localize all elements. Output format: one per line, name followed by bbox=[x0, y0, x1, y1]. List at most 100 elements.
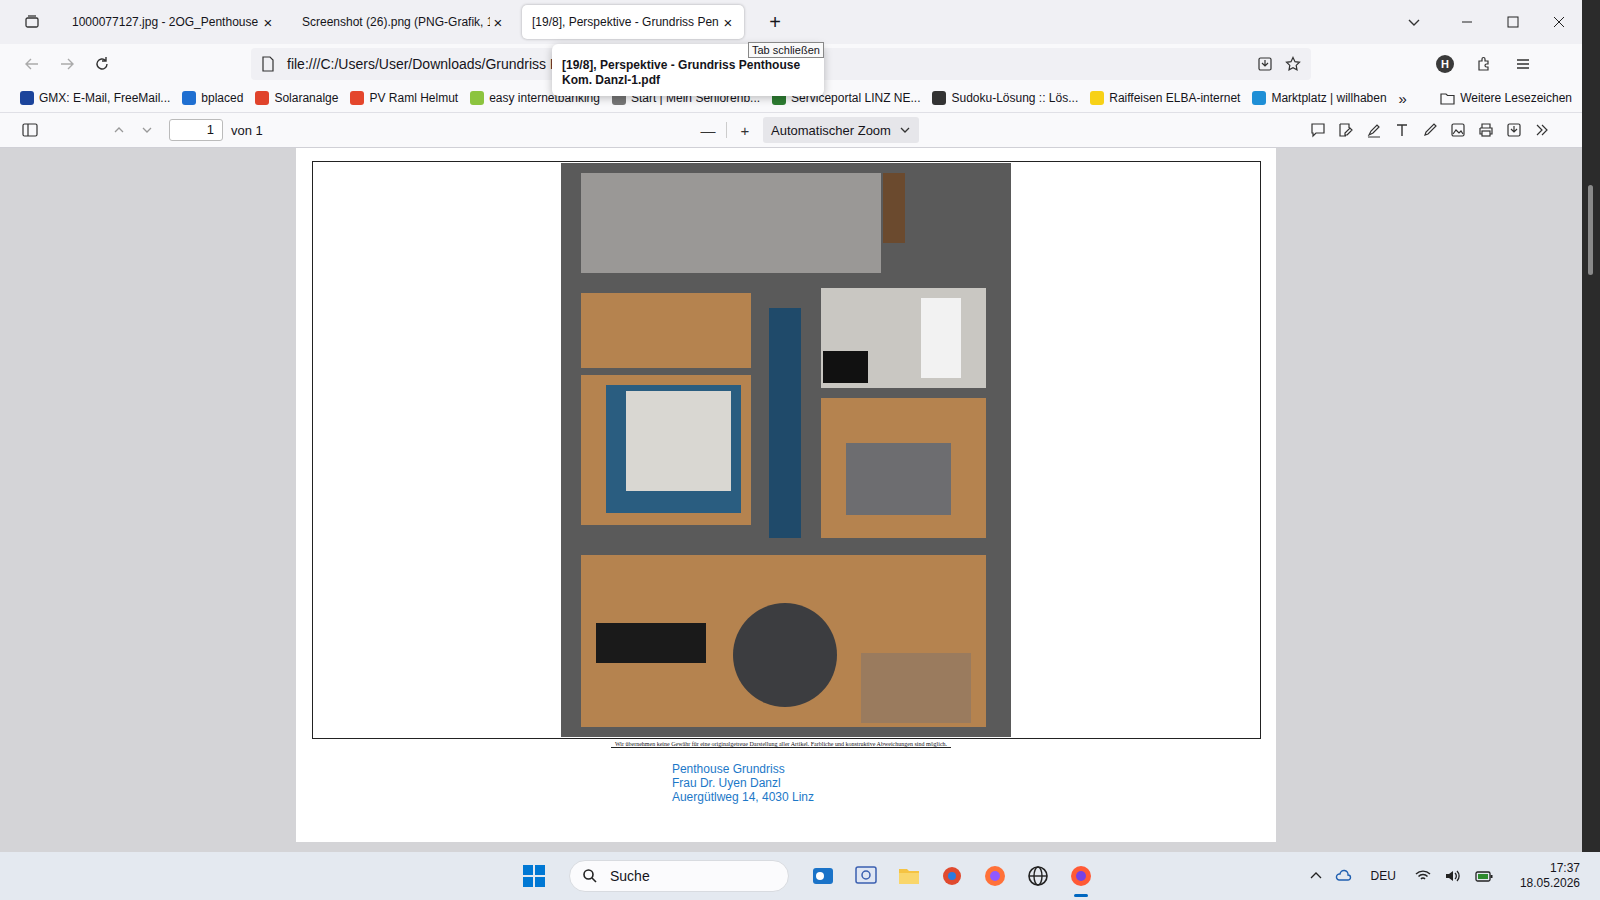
tab-preview-title: [19/8], Perspektive - Grundriss Penthous… bbox=[562, 58, 814, 73]
caption: Penthouse GrundrissFrau Dr. Uyen DanzlAu… bbox=[672, 762, 814, 804]
bookmark[interactable]: PV Raml Helmut bbox=[350, 91, 458, 105]
sidebar-icon bbox=[22, 123, 38, 137]
chevron-down-icon bbox=[1407, 15, 1421, 29]
search-icon bbox=[582, 868, 598, 884]
volume-icon[interactable] bbox=[1444, 867, 1462, 885]
bookmarks-overflow-button[interactable]: » bbox=[1399, 90, 1407, 107]
tab[interactable]: [19/8], Perspektive - Grundriss Pen× bbox=[522, 5, 744, 39]
print-icon[interactable] bbox=[1478, 122, 1494, 138]
round-rug bbox=[733, 603, 837, 707]
browser-window: 1000077127.jpg - 2OG_Penthouse B×Screens… bbox=[0, 0, 1582, 852]
wifi-icon[interactable] bbox=[1414, 867, 1432, 885]
zoom-select[interactable]: Automatischer Zoom bbox=[763, 117, 919, 143]
page-number-input[interactable]: 1 bbox=[169, 119, 223, 141]
tab-list-button[interactable] bbox=[14, 6, 50, 38]
bookmark[interactable]: bplaced bbox=[182, 91, 243, 105]
new-tab-button[interactable]: + bbox=[760, 11, 790, 34]
bookmark[interactable]: Raiffeisen ELBA-internet bbox=[1090, 91, 1240, 105]
outlook-icon[interactable] bbox=[810, 863, 836, 889]
next-page-button[interactable] bbox=[133, 124, 161, 136]
caption-line: Frau Dr. Uyen Danzl bbox=[672, 776, 814, 790]
favicon-icon bbox=[350, 91, 364, 105]
back-button[interactable] bbox=[16, 48, 48, 80]
signature-icon[interactable] bbox=[1338, 122, 1354, 138]
bookmark-label: bplaced bbox=[201, 91, 243, 105]
text-tool-icon[interactable] bbox=[1394, 122, 1410, 138]
extensions-button[interactable] bbox=[1468, 48, 1500, 80]
chevron-up-icon bbox=[113, 124, 125, 136]
page-icon bbox=[261, 56, 275, 72]
favicon-icon bbox=[20, 91, 34, 105]
sidebar-toggle-button[interactable] bbox=[14, 114, 46, 146]
other-bookmarks-folder[interactable]: Weitere Lesezeichen bbox=[1440, 91, 1572, 105]
floor-plan-area bbox=[883, 173, 905, 243]
maximize-button[interactable] bbox=[1490, 0, 1536, 44]
disclaimer-text: Wir übernehmen keine Gewähr für eine ori… bbox=[611, 741, 951, 748]
tab[interactable]: Screenshot (26).png (PNG-Grafik, 16× bbox=[292, 5, 514, 39]
reload-button[interactable] bbox=[86, 48, 118, 80]
bookmark[interactable]: Solaranalge bbox=[255, 91, 338, 105]
save-page-icon[interactable] bbox=[1257, 56, 1273, 72]
zoom-value: Automatischer Zoom bbox=[771, 123, 891, 138]
tab-close-button[interactable]: × bbox=[720, 14, 736, 31]
draw-icon[interactable] bbox=[1422, 122, 1438, 138]
favicon-icon bbox=[470, 91, 484, 105]
windows-start-icon[interactable] bbox=[522, 864, 546, 888]
globe-icon[interactable] bbox=[1025, 863, 1051, 889]
maximize-icon bbox=[1507, 16, 1519, 28]
battery-icon[interactable] bbox=[1474, 867, 1494, 885]
puzzle-icon bbox=[1476, 56, 1492, 72]
zoom-out-button[interactable]: — bbox=[696, 122, 720, 139]
bookmark-star-icon[interactable] bbox=[1285, 56, 1301, 72]
dropdown-arrow-icon bbox=[899, 124, 911, 136]
tab-close-button[interactable]: × bbox=[260, 14, 276, 31]
clock[interactable]: 17:3718.05.2026 bbox=[1520, 861, 1580, 891]
tab-label: Screenshot (26).png (PNG-Grafik, 16 bbox=[302, 15, 490, 29]
pdf-page: Wir übernehmen keine Gewähr für eine ori… bbox=[296, 148, 1276, 842]
page-count: von 1 bbox=[231, 123, 263, 138]
minimize-button[interactable] bbox=[1444, 0, 1490, 44]
scrollbar-thumb[interactable] bbox=[1588, 185, 1593, 275]
bookmark[interactable]: Sudoku-Lösung :: Lös... bbox=[932, 91, 1078, 105]
floor-plan-area bbox=[823, 351, 868, 383]
favicon-icon bbox=[182, 91, 196, 105]
language-indicator[interactable]: DEU bbox=[1371, 869, 1396, 883]
tab-label: 1000077127.jpg - 2OG_Penthouse B bbox=[72, 15, 260, 29]
highlight-icon[interactable] bbox=[1366, 122, 1382, 138]
forward-button[interactable] bbox=[51, 48, 83, 80]
image-icon[interactable] bbox=[1450, 122, 1466, 138]
tooltip: Tab schließen bbox=[748, 42, 824, 58]
more-tools-icon[interactable] bbox=[1534, 122, 1550, 138]
tab-close-button[interactable]: × bbox=[490, 14, 506, 31]
screen-tool-icon[interactable] bbox=[853, 863, 879, 889]
search-placeholder: Suche bbox=[610, 868, 650, 884]
desktop-edge bbox=[1582, 0, 1600, 852]
firefox-icon[interactable] bbox=[982, 863, 1008, 889]
menu-button[interactable] bbox=[1507, 48, 1539, 80]
bookmark[interactable]: GMX: E-Mail, FreeMail... bbox=[20, 91, 170, 105]
floor-plan-area bbox=[861, 653, 971, 723]
download-icon[interactable] bbox=[1506, 122, 1522, 138]
account-button[interactable]: H bbox=[1436, 55, 1454, 73]
previous-page-button[interactable] bbox=[105, 124, 133, 136]
cloud-icon[interactable] bbox=[1335, 867, 1353, 885]
tab-overview-button[interactable] bbox=[1396, 6, 1432, 38]
close-window-button[interactable] bbox=[1536, 0, 1582, 44]
hamburger-icon bbox=[1515, 56, 1531, 72]
pdf-toolbar: 1 von 1 — + Automatischer Zoom bbox=[0, 112, 1582, 148]
bookmark[interactable]: Marktplatz | willhaben bbox=[1252, 91, 1386, 105]
taskbar-search[interactable]: Suche bbox=[569, 860, 789, 892]
tab[interactable]: 1000077127.jpg - 2OG_Penthouse B× bbox=[62, 5, 284, 39]
file-explorer-icon[interactable] bbox=[896, 863, 922, 889]
tab-list-icon bbox=[24, 14, 40, 30]
zoom-in-button[interactable]: + bbox=[733, 122, 757, 139]
floor-plan-area bbox=[769, 308, 801, 538]
arrow-right-icon bbox=[59, 56, 75, 72]
active-app[interactable] bbox=[1068, 863, 1094, 889]
pdf-viewer: Wir übernehmen keine Gewähr für eine ori… bbox=[0, 148, 1582, 852]
tab-preview-file: Kom. Danzl-1.pdf bbox=[562, 73, 814, 88]
arrow-left-icon bbox=[24, 56, 40, 72]
comment-icon[interactable] bbox=[1310, 122, 1326, 138]
chevron-up-icon[interactable] bbox=[1309, 869, 1323, 883]
app-icon[interactable] bbox=[939, 863, 965, 889]
